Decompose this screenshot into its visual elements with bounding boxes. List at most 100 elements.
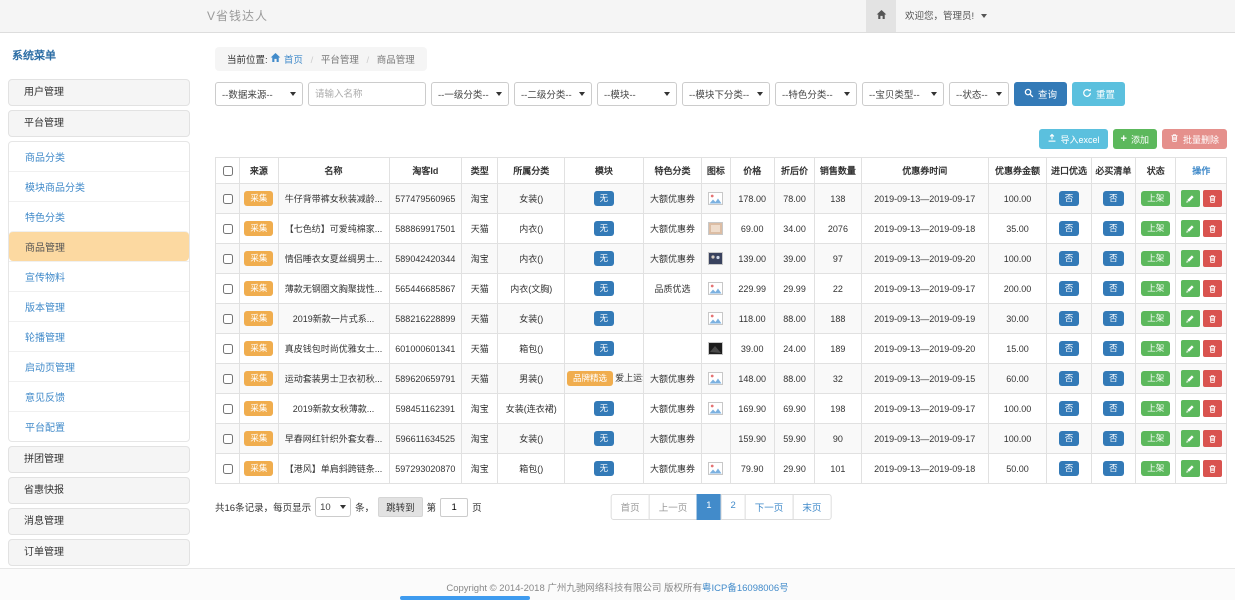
must-buy-toggle[interactable]: 否 — [1103, 461, 1124, 475]
status-toggle[interactable]: 上架 — [1141, 251, 1170, 265]
status-toggle[interactable]: 上架 — [1141, 341, 1170, 355]
delete-button[interactable] — [1203, 220, 1222, 237]
icp-link[interactable]: 粤ICP备16098006号 — [702, 583, 789, 594]
import-pick-toggle[interactable]: 否 — [1059, 251, 1080, 265]
filter-select-8[interactable]: --状态-- — [949, 82, 1009, 106]
edit-button[interactable] — [1181, 250, 1200, 267]
status-toggle[interactable]: 上架 — [1141, 221, 1170, 235]
page-input[interactable] — [440, 498, 468, 517]
batch-delete-button[interactable]: 批量删除 — [1162, 129, 1227, 149]
pager-prev[interactable]: 上一页 — [649, 494, 698, 520]
import-pick-toggle[interactable]: 否 — [1059, 371, 1080, 385]
delete-button[interactable] — [1203, 430, 1222, 447]
must-buy-toggle[interactable]: 否 — [1103, 311, 1124, 325]
sidebar-section-15[interactable]: 消息管理 — [8, 508, 190, 535]
must-buy-toggle[interactable]: 否 — [1103, 191, 1124, 205]
pager-first[interactable]: 首页 — [611, 494, 650, 520]
import-excel-button[interactable]: 导入excel — [1039, 129, 1108, 149]
status-toggle[interactable]: 上架 — [1141, 311, 1170, 325]
must-buy-toggle[interactable]: 否 — [1103, 341, 1124, 355]
sidebar-item-12[interactable]: 平台配置 — [9, 411, 189, 441]
filter-select-4[interactable]: --模块-- — [597, 82, 677, 106]
import-pick-toggle[interactable]: 否 — [1059, 431, 1080, 445]
sidebar-item-10[interactable]: 启动页管理 — [9, 351, 189, 381]
row-checkbox[interactable] — [223, 314, 233, 324]
must-buy-toggle[interactable]: 否 — [1103, 251, 1124, 265]
status-toggle[interactable]: 上架 — [1141, 431, 1170, 445]
import-pick-toggle[interactable]: 否 — [1059, 461, 1080, 475]
breadcrumb-home-link[interactable]: 首页 — [270, 55, 305, 66]
sidebar-item-6[interactable]: 商品管理 — [9, 231, 189, 261]
status-toggle[interactable]: 上架 — [1141, 371, 1170, 385]
row-checkbox[interactable] — [223, 464, 233, 474]
import-pick-toggle[interactable]: 否 — [1059, 341, 1080, 355]
edit-button[interactable] — [1181, 400, 1200, 417]
filter-select-1[interactable]: --数据来源-- — [215, 82, 303, 106]
reset-button[interactable]: 重置 — [1072, 82, 1125, 106]
delete-button[interactable] — [1203, 370, 1222, 387]
must-buy-toggle[interactable]: 否 — [1103, 431, 1124, 445]
import-pick-toggle[interactable]: 否 — [1059, 221, 1080, 235]
edit-button[interactable] — [1181, 370, 1200, 387]
edit-button[interactable] — [1181, 340, 1200, 357]
row-checkbox[interactable] — [223, 344, 233, 354]
delete-button[interactable] — [1203, 460, 1222, 477]
delete-button[interactable] — [1203, 190, 1222, 207]
user-menu[interactable]: 欢迎您，管理员! — [905, 0, 987, 33]
must-buy-toggle[interactable]: 否 — [1103, 371, 1124, 385]
home-button[interactable] — [866, 0, 896, 32]
row-checkbox[interactable] — [223, 404, 233, 414]
sidebar-section-16[interactable]: 订单管理 — [8, 539, 190, 566]
edit-button[interactable] — [1181, 430, 1200, 447]
sidebar-item-8[interactable]: 版本管理 — [9, 291, 189, 321]
sidebar-item-4[interactable]: 模块商品分类 — [9, 171, 189, 201]
delete-button[interactable] — [1203, 340, 1222, 357]
sidebar-section-14[interactable]: 省惠快报 — [8, 477, 190, 504]
filter-select-5[interactable]: --模块下分类-- — [682, 82, 770, 106]
must-buy-toggle[interactable]: 否 — [1103, 221, 1124, 235]
sidebar-section-1[interactable]: 用户管理 — [8, 79, 190, 106]
search-input[interactable] — [308, 82, 426, 106]
sidebar-item-9[interactable]: 轮播管理 — [9, 321, 189, 351]
jump-button[interactable]: 跳转到 — [378, 497, 423, 517]
must-buy-toggle[interactable]: 否 — [1103, 401, 1124, 415]
per-page-select[interactable]: 10 — [315, 497, 351, 517]
delete-button[interactable] — [1203, 310, 1222, 327]
edit-button[interactable] — [1181, 460, 1200, 477]
select-all-checkbox[interactable] — [223, 166, 233, 176]
sidebar-section-13[interactable]: 拼团管理 — [8, 446, 190, 473]
row-checkbox[interactable] — [223, 194, 233, 204]
delete-button[interactable] — [1203, 400, 1222, 417]
pager-last[interactable]: 末页 — [792, 494, 831, 520]
sidebar-item-11[interactable]: 意见反馈 — [9, 381, 189, 411]
row-checkbox[interactable] — [223, 374, 233, 384]
sidebar-item-3[interactable]: 商品分类 — [9, 142, 189, 171]
delete-button[interactable] — [1203, 250, 1222, 267]
sidebar-item-7[interactable]: 宣传物料 — [9, 261, 189, 291]
import-pick-toggle[interactable]: 否 — [1059, 311, 1080, 325]
pager-page-1[interactable]: 1 — [696, 494, 721, 520]
pager-next[interactable]: 下一页 — [745, 494, 794, 520]
edit-button[interactable] — [1181, 190, 1200, 207]
delete-button[interactable] — [1203, 280, 1222, 297]
edit-button[interactable] — [1181, 220, 1200, 237]
add-button[interactable]: + 添加 — [1113, 129, 1157, 149]
filter-select-7[interactable]: --宝贝类型-- — [862, 82, 944, 106]
status-toggle[interactable]: 上架 — [1141, 281, 1170, 295]
row-checkbox[interactable] — [223, 434, 233, 444]
filter-select-2[interactable]: --一级分类-- — [431, 82, 509, 106]
status-toggle[interactable]: 上架 — [1141, 461, 1170, 475]
must-buy-toggle[interactable]: 否 — [1103, 281, 1124, 295]
sidebar-section-2[interactable]: 平台管理 — [8, 110, 190, 137]
filter-select-6[interactable]: --特色分类-- — [775, 82, 857, 106]
import-pick-toggle[interactable]: 否 — [1059, 281, 1080, 295]
pager-page-2[interactable]: 2 — [721, 494, 746, 520]
row-checkbox[interactable] — [223, 254, 233, 264]
filter-select-3[interactable]: --二级分类-- — [514, 82, 592, 106]
edit-button[interactable] — [1181, 310, 1200, 327]
query-button[interactable]: 查询 — [1014, 82, 1067, 106]
row-checkbox[interactable] — [223, 284, 233, 294]
import-pick-toggle[interactable]: 否 — [1059, 191, 1080, 205]
status-toggle[interactable]: 上架 — [1141, 401, 1170, 415]
row-checkbox[interactable] — [223, 224, 233, 234]
